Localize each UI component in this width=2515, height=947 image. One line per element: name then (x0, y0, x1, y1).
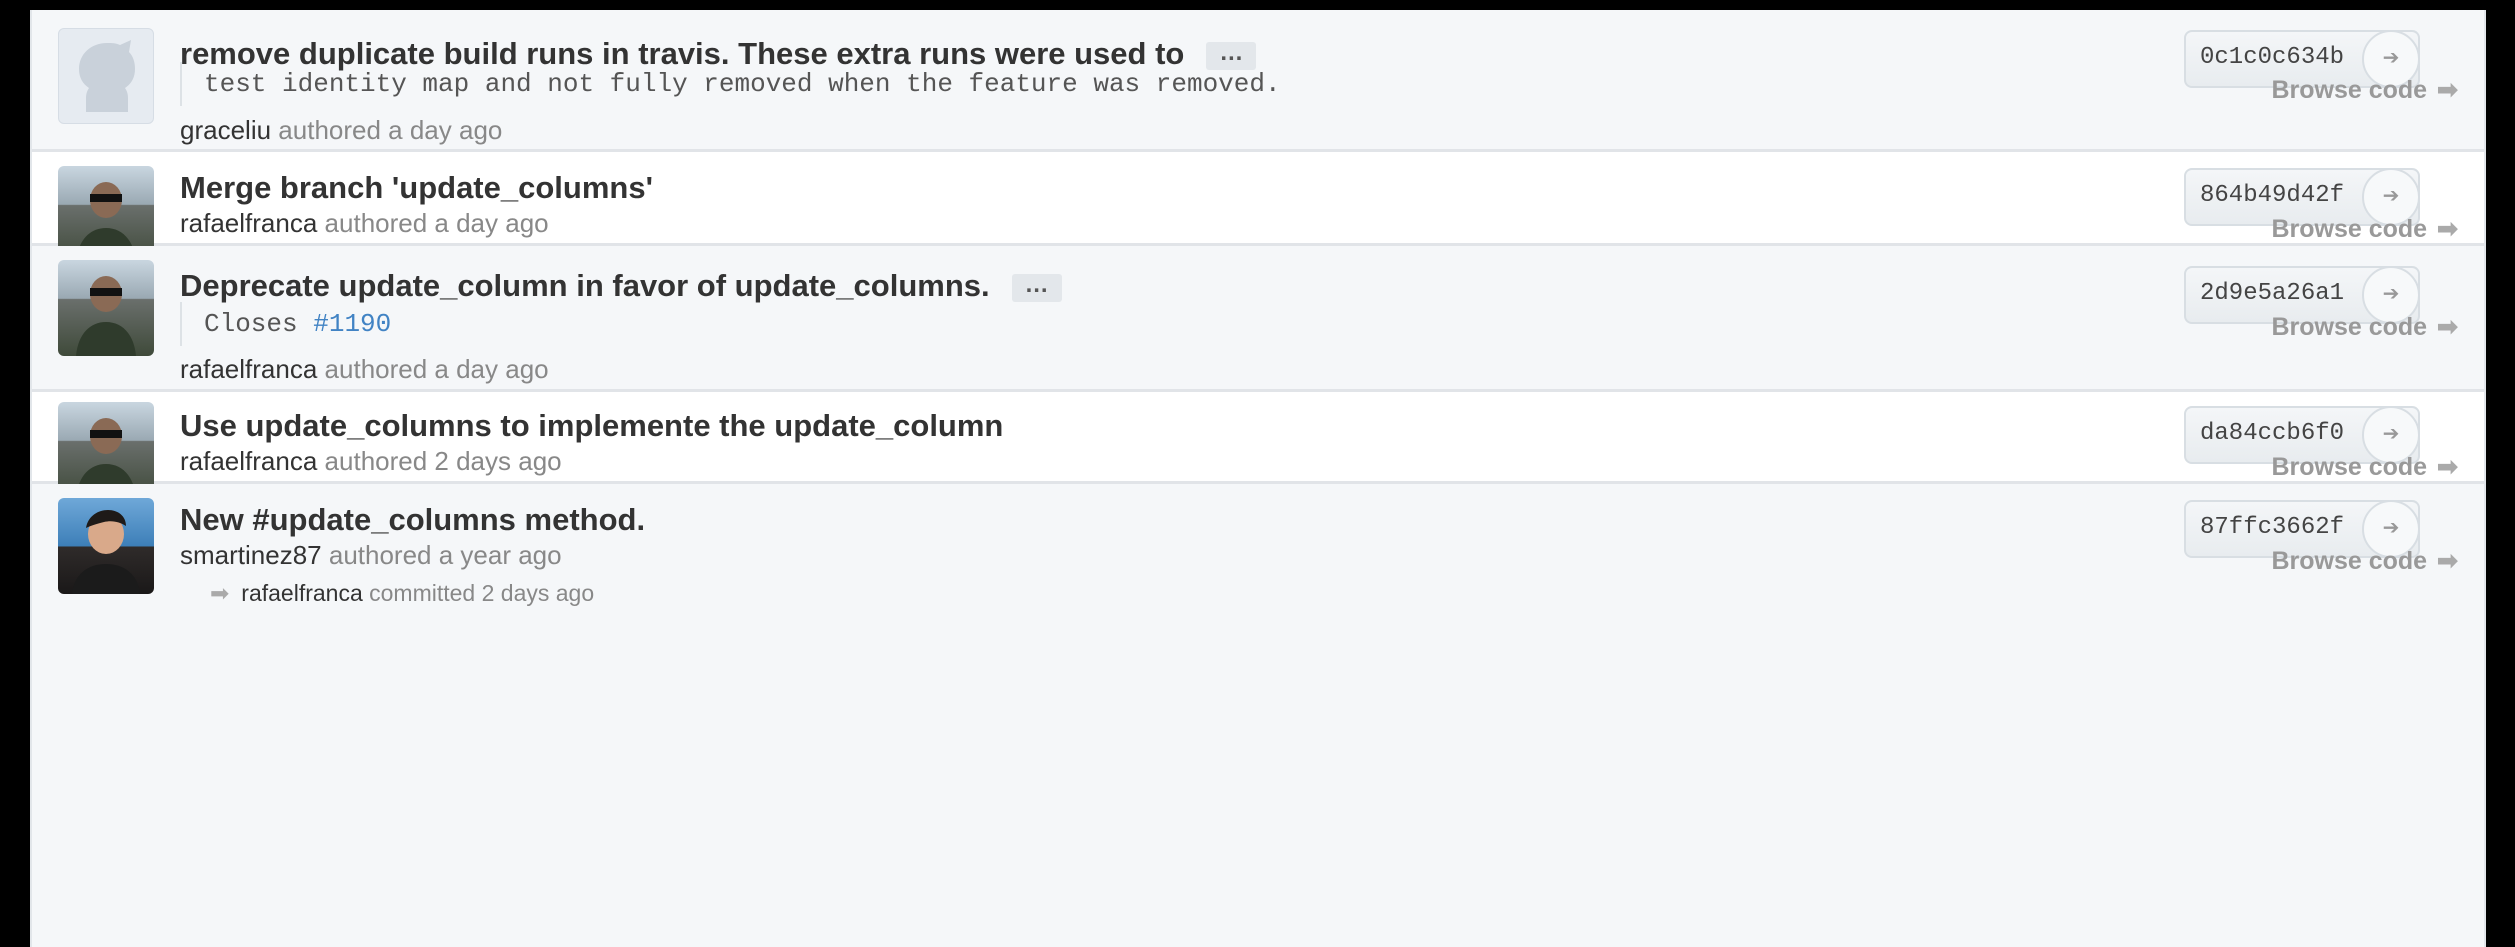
author-link[interactable]: smartinez87 (180, 540, 322, 570)
commit-row: Merge branch 'update_columns' rafaelfran… (32, 152, 2484, 262)
sha-text[interactable]: 87ffc3662f (2200, 514, 2344, 541)
commit-title[interactable]: Merge branch 'update_columns' (180, 170, 653, 206)
commit-meta: smartinez87 authored a year ago (180, 540, 562, 571)
arrow-right-icon: ➡ (2437, 215, 2458, 243)
committer-line: ➡ rafaelfranca committed 2 days ago (210, 580, 594, 607)
browse-code-label[interactable]: Browse code (2271, 76, 2427, 104)
commit-list: remove duplicate build runs in travis. T… (30, 10, 2486, 947)
arrow-right-icon: ➡ (2437, 313, 2458, 341)
browse-code-label[interactable]: Browse code (2271, 215, 2427, 243)
authored-text: authored a day ago (324, 354, 549, 384)
browse-code-link[interactable]: Browse code ➡ (2238, 75, 2458, 105)
arrow-right-icon: ➡ (2437, 76, 2458, 104)
author-link[interactable]: rafaelfranca (180, 208, 317, 238)
issue-link[interactable]: #1190 (313, 309, 391, 339)
authored-text: authored a day ago (278, 115, 503, 145)
browse-code-link[interactable]: Browse code ➡ (2238, 214, 2458, 244)
browse-code-label[interactable]: Browse code (2271, 453, 2427, 481)
commit-row: remove duplicate build runs in travis. T… (32, 10, 2484, 152)
commit-description: test identity map and not fully removed … (180, 62, 1281, 106)
commit-row: Use update_columns to implemente the upd… (32, 392, 2484, 498)
arrow-right-icon: ➡ (2437, 453, 2458, 481)
arrow-right-icon: ➡ (2437, 547, 2458, 575)
sha-text[interactable]: 2d9e5a26a1 (2200, 280, 2344, 307)
sha-text[interactable]: 864b49d42f (2200, 182, 2344, 209)
authored-text: authored a day ago (324, 208, 549, 238)
committer-link[interactable]: rafaelfranca (241, 580, 362, 606)
author-link[interactable]: graceliu (180, 115, 271, 145)
authored-text: authored a year ago (328, 540, 562, 570)
commit-description-text: test identity map and not fully removed … (204, 69, 1281, 99)
commit-meta: rafaelfranca authored a day ago (180, 354, 549, 385)
commit-description: Closes #1190 (180, 302, 391, 346)
browse-code-link[interactable]: Browse code ➡ (2238, 546, 2458, 576)
browse-code-label[interactable]: Browse code (2271, 313, 2427, 341)
commit-title[interactable]: Use update_columns to implemente the upd… (180, 408, 1003, 444)
expand-description-button[interactable]: … (1011, 272, 1062, 302)
commit-row: New #update_columns method. smartinez87 … (32, 484, 2484, 947)
commit-meta: graceliu authored a day ago (180, 115, 502, 146)
commit-title[interactable]: New #update_columns method. (180, 502, 645, 538)
browse-code-link[interactable]: Browse code ➡ (2238, 312, 2458, 342)
sha-text[interactable]: 0c1c0c634b (2200, 44, 2344, 71)
committed-text: committed 2 days ago (369, 580, 595, 606)
arrow-right-icon: ➡ (210, 580, 230, 606)
author-link[interactable]: rafaelfranca (180, 354, 317, 384)
commit-title-text[interactable]: Deprecate update_column in favor of upda… (180, 268, 990, 303)
sha-text[interactable]: da84ccb6f0 (2200, 420, 2344, 447)
commit-meta: rafaelfranca authored a day ago (180, 208, 549, 239)
author-link[interactable]: rafaelfranca (180, 446, 317, 476)
description-prefix: Closes (204, 309, 298, 339)
commit-row: Deprecate update_column in favor of upda… (32, 246, 2484, 392)
authored-text: authored 2 days ago (324, 446, 562, 476)
commit-title[interactable]: Deprecate update_column in favor of upda… (180, 268, 1062, 304)
avatar[interactable] (58, 260, 154, 356)
browse-code-link[interactable]: Browse code ➡ (2238, 452, 2458, 482)
avatar[interactable] (58, 498, 154, 594)
octocat-icon[interactable] (58, 28, 154, 124)
commit-meta: rafaelfranca authored 2 days ago (180, 446, 562, 477)
browse-code-label[interactable]: Browse code (2271, 547, 2427, 575)
